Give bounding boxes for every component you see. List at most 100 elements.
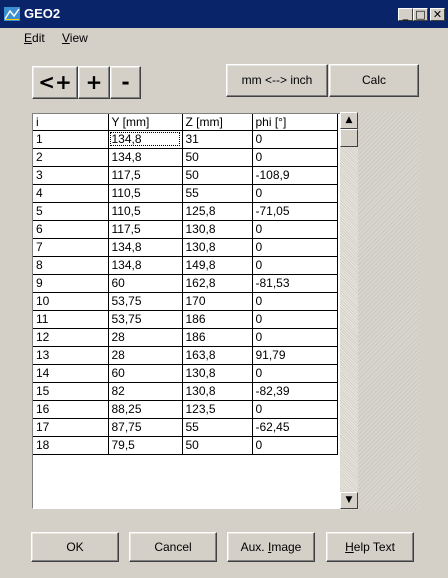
- data-grid[interactable]: i Y [mm] Z [mm] phi [°] 1 134,8 31 0 2 134,8 5…: [32, 113, 373, 509]
- table-cell[interactable]: 55: [182, 184, 253, 203]
- calc-button[interactable]: Calc: [329, 64, 419, 97]
- table-cell[interactable]: 0: [252, 256, 338, 275]
- table-cell[interactable]: 134,8: [108, 130, 183, 149]
- table-cell[interactable]: 87,75: [108, 418, 183, 437]
- table-cell[interactable]: -62,45: [252, 418, 338, 437]
- table-cell[interactable]: 0: [252, 130, 338, 149]
- scroll-up-arrow-icon[interactable]: ▲: [340, 112, 358, 129]
- ok-button[interactable]: OK: [31, 532, 119, 562]
- table-row[interactable]: 9 60 162,8 -81,53: [33, 274, 338, 293]
- menu-view[interactable]: View: [62, 31, 88, 45]
- table-row[interactable]: 3 117,5 50 -108,9: [33, 166, 338, 185]
- table-row[interactable]: 6 117,5 130,8 0: [33, 220, 338, 239]
- table-cell[interactable]: 79,5: [108, 436, 183, 455]
- table-row[interactable]: 5 110,5 125,8 -71,05: [33, 202, 338, 221]
- row-index-cell[interactable]: 4: [33, 184, 109, 203]
- table-cell[interactable]: 134,8: [108, 238, 183, 257]
- table-cell[interactable]: -71,05: [252, 202, 338, 221]
- column-header-z[interactable]: Z [mm]: [182, 114, 253, 131]
- table-cell[interactable]: 50: [182, 148, 253, 167]
- table-row[interactable]: 17 87,75 55 -62,45: [33, 418, 338, 437]
- table-cell[interactable]: 53,75: [108, 292, 183, 311]
- menu-edit[interactable]: Edit: [24, 31, 45, 45]
- table-row[interactable]: 12 28 186 0: [33, 328, 338, 347]
- column-header-y[interactable]: Y [mm]: [108, 114, 183, 131]
- table-cell[interactable]: -81,53: [252, 274, 338, 293]
- row-index-cell[interactable]: 7: [33, 238, 109, 257]
- row-index-cell[interactable]: 10: [33, 292, 109, 311]
- row-index-cell[interactable]: 3: [33, 166, 109, 185]
- table-cell[interactable]: -82,39: [252, 382, 338, 401]
- table-row[interactable]: 14 60 130,8 0: [33, 364, 338, 383]
- table-cell[interactable]: 123,5: [182, 400, 253, 419]
- row-index-cell[interactable]: 16: [33, 400, 109, 419]
- table-row[interactable]: 11 53,75 186 0: [33, 310, 338, 329]
- maximize-button[interactable]: □: [413, 8, 428, 21]
- table-cell[interactable]: 0: [252, 328, 338, 347]
- vertical-scrollbar[interactable]: ▲ ▼: [340, 112, 358, 510]
- cancel-button[interactable]: Cancel: [129, 532, 217, 562]
- row-index-cell[interactable]: 17: [33, 418, 109, 437]
- table-row[interactable]: 10 53,75 170 0: [33, 292, 338, 311]
- row-index-cell[interactable]: 15: [33, 382, 109, 401]
- insert-before-button[interactable]: <+: [32, 66, 78, 99]
- table-cell[interactable]: 53,75: [108, 310, 183, 329]
- row-index-cell[interactable]: 12: [33, 328, 109, 347]
- table-cell[interactable]: 50: [182, 166, 253, 185]
- row-index-cell[interactable]: 5: [33, 202, 109, 221]
- table-row[interactable]: 16 88,25 123,5 0: [33, 400, 338, 419]
- title-bar[interactable]: GEO2 _ □ ✕: [0, 0, 448, 28]
- table-cell[interactable]: 134,8: [108, 256, 183, 275]
- table-cell[interactable]: 0: [252, 238, 338, 257]
- table-cell[interactable]: 0: [252, 148, 338, 167]
- table-cell[interactable]: 186: [182, 310, 253, 329]
- table-cell[interactable]: 0: [252, 220, 338, 239]
- table-cell[interactable]: 149,8: [182, 256, 253, 275]
- table-cell[interactable]: 0: [252, 292, 338, 311]
- table-cell[interactable]: 60: [108, 274, 183, 293]
- table-cell[interactable]: -108,9: [252, 166, 338, 185]
- table-cell[interactable]: 125,8: [182, 202, 253, 221]
- column-header-phi[interactable]: phi [°]: [252, 114, 338, 131]
- table-cell[interactable]: 110,5: [108, 184, 183, 203]
- row-index-cell[interactable]: 11: [33, 310, 109, 329]
- table-row[interactable]: 8 134,8 149,8 0: [33, 256, 338, 275]
- column-header-i[interactable]: i: [33, 114, 109, 131]
- table-cell[interactable]: 28: [108, 346, 183, 365]
- table-cell[interactable]: 117,5: [108, 220, 183, 239]
- table-cell[interactable]: 88,25: [108, 400, 183, 419]
- table-cell[interactable]: 31: [182, 130, 253, 149]
- table-cell[interactable]: 170: [182, 292, 253, 311]
- table-cell[interactable]: 186: [182, 328, 253, 347]
- table-row[interactable]: 18 79,5 50 0: [33, 436, 338, 455]
- minimize-button[interactable]: _: [398, 8, 413, 21]
- table-cell[interactable]: 91,79: [252, 346, 338, 365]
- table-cell[interactable]: 0: [252, 364, 338, 383]
- table-cell[interactable]: 117,5: [108, 166, 183, 185]
- table-cell[interactable]: 163,8: [182, 346, 253, 365]
- table-cell[interactable]: 60: [108, 364, 183, 383]
- close-button[interactable]: ✕: [430, 8, 445, 21]
- table-cell[interactable]: 28: [108, 328, 183, 347]
- table-cell[interactable]: 50: [182, 436, 253, 455]
- scroll-down-arrow-icon[interactable]: ▼: [340, 492, 358, 509]
- table-cell[interactable]: 0: [252, 436, 338, 455]
- table-row[interactable]: 15 82 130,8 -82,39: [33, 382, 338, 401]
- table-cell[interactable]: 130,8: [182, 220, 253, 239]
- table-row[interactable]: 2 134,8 50 0: [33, 148, 338, 167]
- add-row-button[interactable]: +: [78, 66, 110, 99]
- row-index-cell[interactable]: 6: [33, 220, 109, 239]
- help-text-button[interactable]: Help Text: [326, 532, 414, 562]
- table-cell[interactable]: 162,8: [182, 274, 253, 293]
- table-cell[interactable]: 130,8: [182, 382, 253, 401]
- table-row[interactable]: 4 110,5 55 0: [33, 184, 338, 203]
- table-cell[interactable]: 134,8: [108, 148, 183, 167]
- table-cell[interactable]: 130,8: [182, 364, 253, 383]
- table-cell[interactable]: 0: [252, 310, 338, 329]
- table-cell[interactable]: 0: [252, 184, 338, 203]
- table-row[interactable]: 7 134,8 130,8 0: [33, 238, 338, 257]
- remove-row-button[interactable]: -: [110, 66, 141, 99]
- table-cell[interactable]: 55: [182, 418, 253, 437]
- row-index-cell[interactable]: 14: [33, 364, 109, 383]
- row-index-cell[interactable]: 9: [33, 274, 109, 293]
